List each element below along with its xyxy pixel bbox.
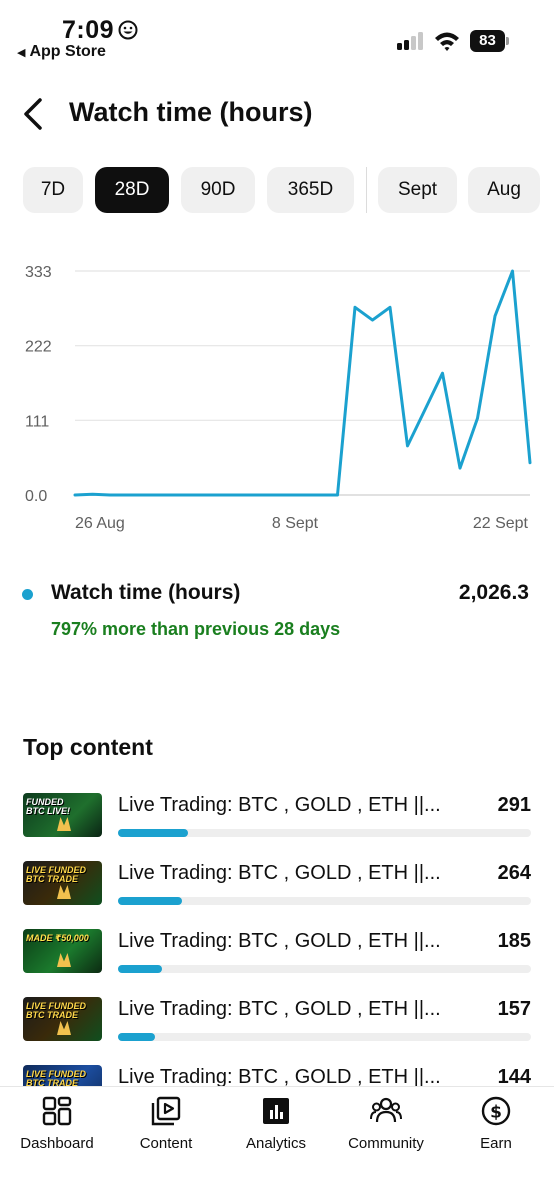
back-app-label: App Store <box>29 43 106 60</box>
series-line <box>73 269 532 497</box>
cellular-signal-icon <box>397 32 423 50</box>
video-title: Live Trading: BTC , GOLD , ETH ||... <box>118 1066 440 1086</box>
content-row[interactable]: LIVE FUNDED BTC TRADE Live Trading: BTC … <box>0 994 554 1050</box>
nav-analytics[interactable]: Analytics <box>221 1095 331 1155</box>
nav-earn[interactable]: $ Earn <box>441 1095 551 1155</box>
progress-fill <box>118 897 182 905</box>
battery-indicator: 83 <box>470 30 510 52</box>
progress-track <box>118 965 531 973</box>
metric-label: Watch time (hours) <box>51 581 241 604</box>
nav-earn-label: Earn <box>480 1135 512 1152</box>
nav-community-label: Community <box>348 1135 424 1152</box>
top-content-title: Top content <box>23 734 153 760</box>
video-watch-time: 144 <box>497 1066 531 1086</box>
analytics-icon <box>263 1098 289 1124</box>
back-arrow-icon[interactable] <box>20 96 48 132</box>
series-legend-dot <box>22 589 33 600</box>
video-thumbnail: FUNDED BTC LIVE! <box>23 793 102 837</box>
page-title: Watch time (hours) <box>69 97 313 127</box>
watch-time-chart: 333 222 111 0.0 26 Aug 8 Sept 22 Sept <box>0 250 554 550</box>
status-bar: 7:09 ◀ App Store 83 <box>0 0 554 70</box>
video-title: Live Trading: BTC , GOLD , ETH ||... <box>118 930 440 952</box>
top-content-list: FUNDED BTC LIVE! Live Trading: BTC , GOLD… <box>0 790 554 1086</box>
content-row[interactable]: MADE ₹50,000 Live Trading: BTC , GOLD , … <box>0 926 554 982</box>
video-thumbnail: LIVE FUNDED BTC TRADE <box>23 861 102 905</box>
content-row[interactable]: FUNDED BTC LIVE! Live Trading: BTC , GOLD… <box>0 790 554 846</box>
line-chart: 333 222 111 0.0 26 Aug 8 Sept 22 Sept <box>25 264 532 532</box>
progress-fill <box>118 829 189 837</box>
nav-dashboard-label: Dashboard <box>20 1135 94 1152</box>
y-tick-label: 222 <box>25 339 52 356</box>
metric-value: 2,026.3 <box>458 581 529 604</box>
smiley-icon <box>118 20 138 40</box>
svg-text:$: $ <box>490 1103 502 1123</box>
nav-analytics-label: Analytics <box>245 1135 307 1152</box>
progress-fill <box>118 1033 156 1041</box>
video-title: Live Trading: BTC , GOLD , ETH ||... <box>118 998 440 1020</box>
y-tick-label: 333 <box>25 264 52 281</box>
nav-content[interactable]: Content <box>111 1095 221 1155</box>
video-title: Live Trading: BTC , GOLD , ETH ||... <box>118 794 440 816</box>
video-watch-time: 157 <box>497 998 531 1020</box>
y-tick-label: 111 <box>25 413 49 430</box>
video-watch-time: 185 <box>497 930 531 952</box>
y-tick-label: 0.0 <box>25 488 47 505</box>
tab-7d[interactable]: 7D <box>23 167 83 213</box>
progress-track <box>118 1033 531 1041</box>
video-thumbnail: MADE ₹50,000 <box>23 929 102 973</box>
nav-community[interactable]: Community <box>331 1095 441 1155</box>
video-title: Live Trading: BTC , GOLD , ETH ||... <box>118 862 440 884</box>
video-watch-time: 264 <box>497 862 531 884</box>
progress-track <box>118 829 531 837</box>
progress-track <box>118 897 531 905</box>
tab-90d[interactable]: 90D <box>181 167 255 213</box>
wifi-icon <box>435 32 459 51</box>
x-tick-label: 22 Sept <box>473 515 529 532</box>
community-icon <box>370 1097 402 1123</box>
nav-dashboard[interactable]: Dashboard <box>2 1095 112 1155</box>
period-tabs: 7D 28D 90D 365D Sept Aug <box>0 167 554 213</box>
video-watch-time: 291 <box>497 794 531 816</box>
tab-aug[interactable]: Aug <box>468 167 540 213</box>
earn-icon: $ <box>481 1096 511 1126</box>
content-row[interactable]: LIVE FUNDED BTC TRADE Live Trading: BTC … <box>0 858 554 914</box>
x-tick-label: 26 Aug <box>75 515 125 532</box>
metric-change: 797% more than previous 28 days <box>51 619 341 639</box>
battery-level: 83 <box>470 30 505 52</box>
progress-fill <box>118 965 163 973</box>
tab-365d[interactable]: 365D <box>267 167 354 213</box>
back-to-app-store[interactable]: ◀ App Store <box>17 43 106 61</box>
back-triangle-icon: ◀ <box>17 47 26 59</box>
nav-content-label: Content <box>139 1135 193 1152</box>
content-icon <box>151 1096 181 1126</box>
video-thumbnail: LIVE FUNDED BTC TRADE <box>23 1065 102 1086</box>
status-time: 7:09 <box>62 16 115 44</box>
tab-28d[interactable]: 28D <box>95 167 169 213</box>
bottom-navigation: Dashboard Content Analytics Community $ … <box>0 1086 554 1200</box>
x-tick-label: 8 Sept <box>272 515 319 532</box>
tab-sept[interactable]: Sept <box>378 167 457 213</box>
content-row[interactable]: LIVE FUNDED BTC TRADE Live Trading: BTC … <box>0 1062 554 1086</box>
tab-divider <box>366 167 367 213</box>
dashboard-icon <box>42 1096 72 1126</box>
video-thumbnail: LIVE FUNDED BTC TRADE <box>23 997 102 1041</box>
